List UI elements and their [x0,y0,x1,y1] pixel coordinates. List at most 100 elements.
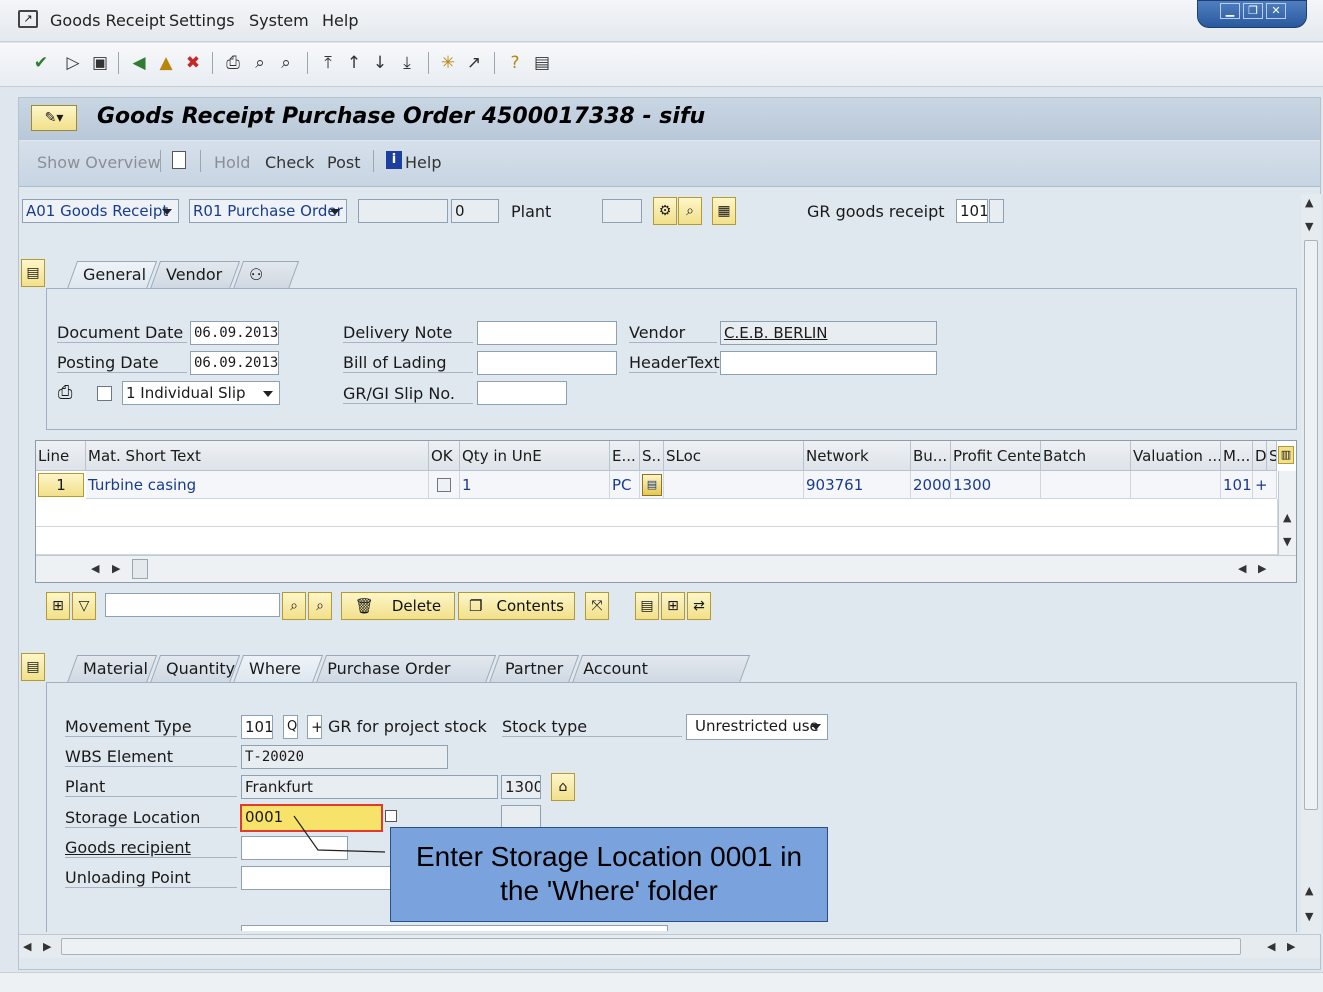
col-valuation[interactable]: Valuation ... [1131,441,1221,471]
new-document-icon[interactable] [172,151,186,169]
scroll-up-icon[interactable]: ▲ [1305,884,1313,897]
col-qty[interactable]: Qty in UnE [460,441,610,471]
col-status[interactable]: S.. [640,441,664,471]
find-next-icon[interactable]: ⌕ [275,52,297,74]
scroll-left-icon[interactable]: ◀ [91,562,99,575]
customize-layout-icon[interactable]: ▤ [531,52,553,74]
special-stock-field[interactable]: Q [283,715,298,739]
restore-icon[interactable]: ❐ [1243,3,1263,19]
tab-quantity[interactable]: Quantity [149,655,241,683]
scroll-down-icon[interactable]: ▼ [1283,535,1291,548]
contents-button[interactable]: ❐ Contents [458,592,575,620]
scroll-right-icon[interactable]: ▶ [1258,562,1266,575]
show-overview-button[interactable]: Show Overview [37,153,161,172]
first-page-icon[interactable]: ⤒ [317,52,339,74]
plant-code-field[interactable]: 1300 [501,775,541,799]
stock-type-select[interactable]: Unrestricted use [686,714,828,740]
posting-date-field[interactable]: 06.09.2013 [190,351,279,375]
check-button[interactable]: Check [265,153,314,172]
plant-name-field[interactable]: Frankfurt [241,775,498,799]
grid-vertical-scrollbar[interactable]: ▲ ▼ [1278,471,1296,555]
scroll-thumb[interactable] [1304,240,1318,810]
debit-credit-field[interactable]: + [307,715,322,739]
po-item-field[interactable]: 0 [451,199,499,223]
expand-icon[interactable]: ⤧ [585,592,609,620]
reference-select[interactable]: R01 Purchase Order [189,199,347,223]
help-icon[interactable]: ? [504,52,526,74]
tab-general[interactable]: General [66,261,158,289]
post-button[interactable]: Post [327,153,360,172]
row-valuation[interactable] [1131,471,1221,499]
add-item-icon[interactable]: ⊞ [661,592,685,620]
tab-partner-icon[interactable]: ⚇ [232,261,300,289]
vendor-field[interactable]: C.E.B. BERLIN [720,321,937,345]
scroll-left-icon[interactable]: ◀ [1267,940,1275,953]
plant-address-icon[interactable]: ⌂ [551,773,575,801]
col-debit[interactable]: D [1253,441,1267,471]
bill-of-lading-field[interactable] [477,351,617,375]
find-icon[interactable]: ⌕ [282,592,306,620]
col-s[interactable]: S [1267,441,1277,471]
tab-vendor[interactable]: Vendor [149,261,241,289]
menu-icon[interactable]: ↗ [18,10,38,28]
action-select[interactable]: A01 Goods Receipt [22,199,179,223]
new-session-icon[interactable]: ✳ [437,52,459,74]
scroll-thumb[interactable] [61,938,1241,955]
next-page-icon[interactable]: ↓ [369,52,391,74]
cancel-icon[interactable]: ✖ [182,52,204,74]
col-unit[interactable]: E... [610,441,640,471]
col-bu[interactable]: Bu... [911,441,951,471]
last-page-icon[interactable]: ⤓ [396,52,418,74]
page-horizontal-scrollbar[interactable]: ◀ ▶ ◀ ▶ [19,934,1320,958]
execute-icon[interactable]: ⚙ [653,197,677,225]
row-unit[interactable]: PC [610,471,640,499]
tab-where[interactable]: Where [232,655,324,683]
save-icon[interactable]: ▣ [89,52,111,74]
exit-icon[interactable]: ▲ [155,52,177,74]
page-vertical-scrollbar[interactable]: ▲ ▼ ▲ ▼ [1301,194,1321,934]
where-movement-type-field[interactable]: 101 [241,715,273,739]
hold-button[interactable]: Hold [214,153,250,172]
row-bu[interactable]: 2000 [911,471,951,499]
scroll-down-icon[interactable]: ▼ [1305,220,1313,233]
status-icon[interactable]: ▤ [642,474,662,496]
help-button[interactable]: Help [405,153,441,172]
row-debit[interactable]: + [1253,471,1277,499]
table-settings-icon[interactable]: ▦ [712,197,736,225]
grgi-slip-field[interactable] [477,381,567,405]
col-profit-center[interactable]: Profit Center [951,441,1041,471]
slip-select[interactable]: 1 Individual Slip [122,381,280,405]
filter-icon[interactable]: ▽ [72,592,96,620]
collapse-detail-icon[interactable]: ▤ [21,653,45,681]
col-movement[interactable]: M... [1221,441,1253,471]
delivery-note-field[interactable] [477,321,617,345]
col-mat-short-text[interactable]: Mat. Short Text [86,441,429,471]
select-all-icon[interactable]: ⊞ [46,592,70,620]
back-icon[interactable]: ◀ [128,52,150,74]
tab-material[interactable]: Material [66,655,158,683]
find-next-icon[interactable]: ⌕ [308,592,332,620]
collapse-header-icon[interactable]: ▤ [21,259,45,287]
scroll-right-icon[interactable]: ▶ [43,940,51,953]
minimize-icon[interactable]: ▁ [1220,3,1240,19]
scroll-right-icon[interactable]: ▶ [112,562,120,575]
enter-icon[interactable]: ✔ [30,52,52,74]
row-profit-center[interactable]: 1300 [951,471,1041,499]
tab-account-assignment[interactable]: Account Assignment [571,655,751,704]
row-sloc[interactable] [664,471,804,499]
delete-button[interactable]: 🗑 Delete [341,592,455,620]
menu-goods-receipt[interactable]: Goods Receipt [50,11,165,30]
grid-horizontal-scrollbar[interactable]: ◀ ▶ ◀ ▶ [36,555,1296,582]
scroll-right-icon[interactable]: ▶ [1287,940,1295,953]
unloading-point-field[interactable] [241,866,391,890]
col-ok[interactable]: OK [429,441,460,471]
col-line[interactable]: Line [36,441,86,471]
transfer-icon[interactable]: ⇄ [687,592,711,620]
shortcut-icon[interactable]: ↗ [463,52,485,74]
po-number-field[interactable] [358,199,448,223]
print-icon[interactable]: ⎙ [222,52,244,74]
previous-page-icon[interactable]: ↑ [343,52,365,74]
scroll-left-icon[interactable]: ◀ [23,940,31,953]
scroll-down-icon[interactable]: ▼ [1305,910,1313,923]
print-checkbox[interactable] [97,386,112,401]
